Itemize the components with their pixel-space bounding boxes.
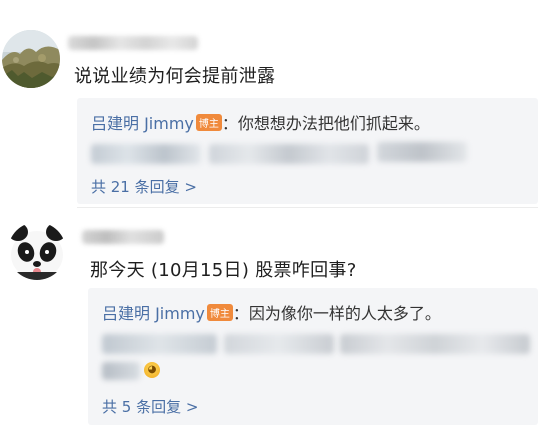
blurred-reply-text <box>102 334 217 354</box>
comment-item: 那今天 (10月15日) 股票咋回事? 吕建明 Jimmy 博主 ：因为像你一样的人… <box>0 208 538 427</box>
laughing-emoji-icon: ◕ <box>144 362 160 378</box>
blogger-badge: 博主 <box>195 114 222 131</box>
more-replies-link[interactable]: 共 5 条回复 > <box>102 396 198 417</box>
blurred-reply-text <box>224 334 334 354</box>
blurred-username[interactable] <box>68 36 198 50</box>
blurred-username[interactable] <box>82 230 164 244</box>
reply-author-link[interactable]: 吕建明 Jimmy <box>102 304 205 323</box>
reply-line: 吕建明 Jimmy 博主 ：你想想办法把他们抓起来。 <box>91 110 430 134</box>
blurred-reply-text <box>377 142 467 162</box>
reply-text: ：你想想办法把他们抓起来。 <box>221 114 430 133</box>
blurred-reply-text <box>209 144 369 164</box>
more-replies-link[interactable]: 共 21 条回复 > <box>91 176 197 197</box>
comment-item: 说说业绩为何会提前泄露 吕建明 Jimmy 博主 ：你想想办法把他们抓起来。 共 2… <box>0 0 538 208</box>
blurred-reply-text <box>102 362 140 380</box>
comment-text: 说说业绩为何会提前泄露 <box>74 66 276 87</box>
reply-box: 吕建明 Jimmy 博主 ：因为像你一样的人太多了。 ◕ 共 5 条回复 > <box>88 288 538 425</box>
reply-box: 吕建明 Jimmy 博主 ：你想想办法把他们抓起来。 共 21 条回复 > <box>77 98 538 204</box>
blurred-reply-text <box>340 334 530 354</box>
avatar[interactable] <box>8 222 66 280</box>
blurred-reply-text <box>91 144 201 164</box>
comment-text: 那今天 (10月15日) 股票咋回事? <box>90 260 357 281</box>
reply-author-link[interactable]: 吕建明 Jimmy <box>91 114 194 133</box>
blogger-badge: 博主 <box>206 304 233 321</box>
reply-text: ：因为像你一样的人太多了。 <box>232 304 441 323</box>
avatar[interactable] <box>2 30 60 88</box>
reply-line: 吕建明 Jimmy 博主 ：因为像你一样的人太多了。 <box>102 300 441 324</box>
